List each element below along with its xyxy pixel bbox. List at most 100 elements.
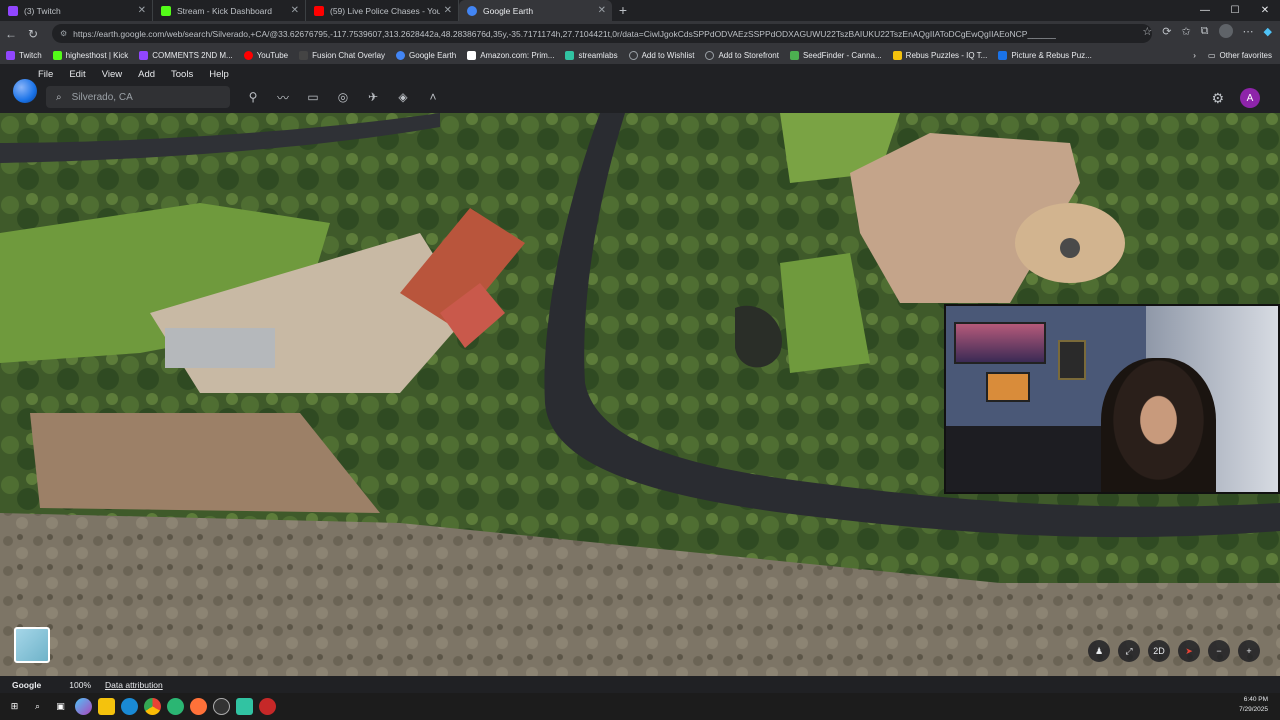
menu-help[interactable]: Help — [209, 69, 229, 80]
tab-youtube[interactable]: (59) Live Police Chases - YouTube✕ — [306, 0, 459, 21]
bookmark-item[interactable]: highesthost | Kick — [52, 50, 128, 60]
firefox-icon[interactable] — [190, 698, 207, 715]
search-icon: ⌕ — [56, 91, 62, 103]
maximize-icon[interactable]: ☐ — [1220, 0, 1250, 21]
windows-start-icon[interactable]: ⊞ — [6, 698, 23, 715]
tab-twitch[interactable]: (3) Twitch ✕ — [0, 0, 153, 21]
twitch-icon — [8, 5, 18, 16]
edge-dev-icon[interactable] — [167, 698, 184, 715]
back-icon[interactable]: ← — [0, 27, 22, 41]
reload-icon[interactable]: ↻ — [22, 27, 44, 41]
amazon-icon — [467, 50, 477, 60]
tilt-icon[interactable]: ⤢ — [1118, 640, 1140, 662]
chevron-up-icon[interactable]: ˄ — [418, 90, 448, 104]
edge-icon[interactable] — [121, 698, 138, 715]
tab-kick[interactable]: Stream - Kick Dashboard ✕ — [153, 0, 306, 21]
zoom-in-icon[interactable]: + — [1238, 640, 1260, 662]
more-menu-icon[interactable]: ⋯ — [1243, 25, 1254, 38]
close-icon[interactable]: ✕ — [598, 5, 606, 16]
ruler-icon[interactable]: ▭ — [298, 90, 328, 104]
bookmark-item[interactable]: Twitch — [6, 50, 42, 60]
new-tab-button[interactable]: + — [612, 0, 634, 21]
close-icon[interactable]: ✕ — [138, 5, 146, 16]
file-explorer-icon[interactable] — [98, 698, 115, 715]
close-icon[interactable]: ✕ — [291, 5, 299, 16]
menu-file[interactable]: File — [38, 69, 53, 80]
address-bar-actions: ☆ ⟳ ✩ ⧉ ⋯ ◆ — [1142, 24, 1272, 38]
bookmark-item[interactable]: Fusion Chat Overlay — [299, 50, 385, 60]
bookmark-item[interactable]: Google Earth — [396, 50, 456, 60]
bookmark-item[interactable]: Add to Wishlist — [628, 50, 694, 60]
map-controls: ♟ ⤢ 2D ➤ − + — [1088, 640, 1260, 662]
historical-imagery-icon[interactable]: ◎ — [328, 90, 358, 104]
profile-icon[interactable] — [1218, 24, 1233, 38]
avatar[interactable]: A — [1240, 88, 1260, 108]
earth-top-right: ⚙ A — [1211, 83, 1260, 113]
search-input[interactable]: ⌕ Silverado, CA — [46, 86, 230, 108]
earth-tools: ⚲ 〰 ▭ ◎ ✈ ◈ ˄ — [238, 86, 448, 108]
chrome-alt-icon[interactable] — [259, 698, 276, 715]
map-view[interactable]: ♟ ⤢ 2D ➤ − + — [0, 113, 1280, 676]
extensions-icon[interactable]: ⟳ — [1162, 25, 1171, 38]
menu-tools[interactable]: Tools — [171, 69, 193, 80]
favorites-icon[interactable]: ✩ — [1181, 25, 1190, 38]
chrome-icon[interactable] — [144, 698, 161, 715]
bookmarks-bar: Twitch highesthost | Kick COMMENTS 2ND M… — [0, 46, 1280, 65]
streamlabs-icon[interactable] — [236, 698, 253, 715]
seedfinder-icon — [789, 50, 799, 60]
youtube-icon — [314, 5, 324, 16]
google-earth-icon — [396, 50, 406, 60]
map-style-thumbnail[interactable] — [14, 627, 50, 663]
browser-tab-bar: (3) Twitch ✕ Stream - Kick Dashboard ✕ (59… — [0, 0, 1280, 21]
google-logo: Google — [12, 679, 42, 690]
chevron-right-icon[interactable]: › — [1193, 51, 1196, 60]
bookmark-item[interactable]: Picture & Rebus Puz... — [998, 50, 1092, 60]
system-clock[interactable]: 6:40 PM 7/29/2025 — [1239, 695, 1268, 715]
twitch-icon — [6, 50, 15, 60]
obs-icon[interactable] — [213, 698, 230, 715]
collections-icon[interactable]: ⧉ — [1201, 25, 1209, 38]
kick-icon — [161, 5, 171, 16]
bookmark-item[interactable]: Add to Storefront — [705, 50, 779, 60]
twitch-icon — [139, 50, 149, 60]
tab-google-earth[interactable]: Google Earth ✕ — [459, 0, 612, 21]
compass-icon[interactable]: ➤ — [1178, 640, 1200, 662]
star-icon[interactable]: ☆ — [1142, 25, 1152, 38]
globe-icon — [705, 50, 715, 60]
menu-add[interactable]: Add — [138, 69, 155, 80]
bookmark-item[interactable]: YouTube — [243, 50, 288, 60]
bookmark-item[interactable]: Amazon.com: Prim... — [467, 50, 554, 60]
bookmark-item[interactable]: Rebus Puzzles - IQ T... — [892, 50, 987, 60]
layers-icon[interactable]: ◈ — [388, 90, 418, 104]
copilot-icon[interactable] — [75, 698, 92, 715]
gear-icon[interactable]: ⚙ — [1211, 90, 1224, 107]
menu-view[interactable]: View — [102, 69, 122, 80]
minimize-icon[interactable]: — — [1190, 0, 1220, 21]
bookmark-item[interactable]: COMMENTS 2ND M... — [139, 50, 233, 60]
placemark-icon[interactable]: ⚲ — [238, 90, 268, 104]
view-mode-toggle[interactable]: 2D — [1148, 640, 1170, 662]
youtube-icon — [243, 50, 253, 60]
data-attribution-link[interactable]: Data attribution — [105, 680, 163, 690]
wall-frame — [1058, 340, 1086, 380]
bookmark-item[interactable]: streamlabs — [565, 50, 618, 60]
path-icon[interactable]: 〰 — [268, 89, 298, 106]
url-input[interactable]: ⚙ https://earth.google.com/web/search/Si… — [52, 24, 1152, 43]
pegman-icon[interactable]: ♟ — [1088, 640, 1110, 662]
menu-edit[interactable]: Edit — [69, 69, 85, 80]
copilot-icon[interactable]: ◆ — [1264, 25, 1272, 38]
wall-painting — [986, 372, 1030, 402]
zoom-out-icon[interactable]: − — [1208, 640, 1230, 662]
close-icon[interactable]: ✕ — [444, 5, 452, 16]
webcam-overlay — [944, 304, 1280, 494]
rebus-icon — [998, 50, 1008, 60]
task-view-icon[interactable]: ▣ — [52, 698, 69, 715]
close-window-icon[interactable]: ✕ — [1250, 0, 1280, 21]
other-favorites[interactable]: › ▭ Other favorites — [1193, 46, 1272, 65]
search-icon[interactable]: ⌕ — [29, 698, 46, 715]
site-info-icon[interactable]: ⚙ — [60, 29, 67, 38]
bookmark-item[interactable]: SeedFinder - Canna... — [789, 50, 882, 60]
flight-simulator-icon[interactable]: ✈ — [358, 90, 388, 104]
windows-taskbar: ⊞ ⌕ ▣ — [0, 693, 1280, 720]
google-earth-logo-icon[interactable] — [13, 79, 37, 103]
